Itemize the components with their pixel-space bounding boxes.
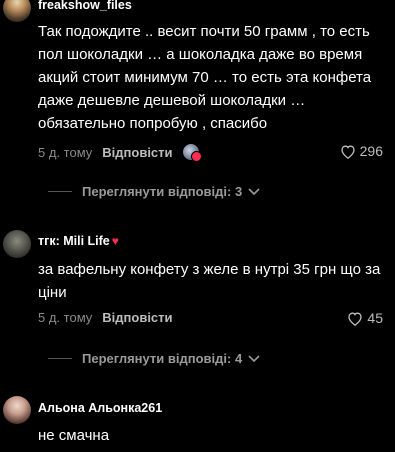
comment-text: Так подождите .. весит почти 50 грамм , … [38, 23, 372, 132]
liked-dot-icon [190, 151, 202, 162]
like-button[interactable]: 45 [347, 310, 383, 326]
chevron-down-icon [248, 354, 260, 362]
comment-meta: 5 д. тому Відповісти [38, 310, 173, 325]
avatar[interactable] [3, 396, 31, 424]
divider-line [48, 191, 72, 192]
comment-time: 5 д. тому [38, 310, 93, 325]
view-replies-label: Переглянути відповіді: 4 [82, 351, 243, 366]
heart-badge-icon: ♥ [111, 234, 119, 248]
like-count: 296 [359, 143, 383, 159]
comment-text: за вафельну конфету з желе в нутрі 35 гр… [38, 261, 381, 301]
view-replies-button[interactable]: Переглянути відповіді: 4 [48, 351, 260, 366]
like-count: 45 [367, 310, 383, 326]
divider-line [48, 358, 72, 359]
view-replies-label: Переглянути відповіді: 3 [82, 184, 243, 199]
view-replies-button[interactable]: Переглянути відповіді: 3 [48, 184, 260, 199]
reply-button[interactable]: Відповісти [102, 145, 172, 160]
reply-button[interactable]: Відповісти [102, 310, 172, 325]
comment-username[interactable]: Альона Альонка261 [38, 401, 162, 415]
creator-liked-avatar [182, 144, 202, 162]
comment-text: не смачна [38, 427, 110, 444]
chevron-down-icon [248, 187, 260, 195]
comment-username[interactable]: freakshow_files [38, 0, 132, 12]
like-button[interactable]: 296 [340, 143, 383, 159]
comment-username-text: тгк: Mili Life [38, 234, 110, 248]
comment-time: 5 д. тому [38, 144, 93, 160]
avatar[interactable] [3, 0, 31, 22]
comment-username[interactable]: тгк: Mili Life ♥ [38, 234, 119, 248]
avatar[interactable] [3, 230, 31, 258]
heart-outline-icon [340, 144, 355, 159]
comment-meta: 5 д. тому Відповісти [38, 144, 202, 162]
heart-outline-icon [348, 311, 363, 326]
